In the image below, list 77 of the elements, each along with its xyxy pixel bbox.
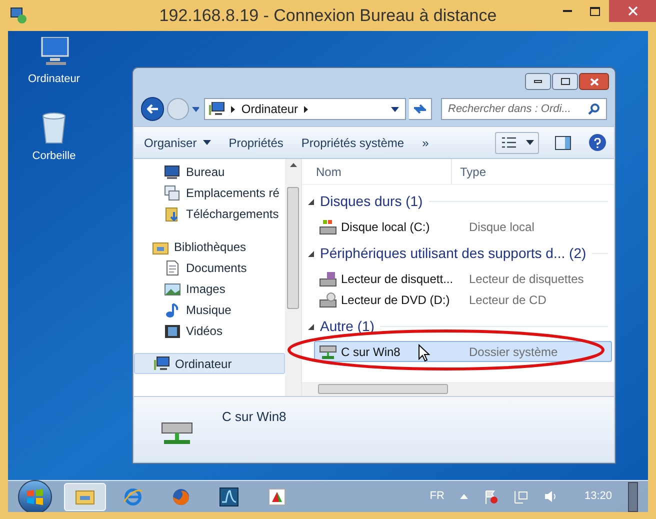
picture-icon (164, 280, 181, 296)
column-header[interactable]: Nom (302, 159, 452, 184)
window-title: 192.168.8.19 - Connexion Bureau à distance (159, 4, 497, 27)
caret-icon (192, 106, 200, 112)
close-button[interactable] (609, 0, 656, 22)
file-row[interactable]: Lecteur de DVD (D:) Lecteur de CD (314, 289, 612, 310)
flag-icon[interactable] (484, 490, 498, 504)
recycle-bin-icon[interactable] (41, 112, 67, 144)
nav-item[interactable]: Vidéos (134, 320, 285, 341)
group-header[interactable]: Disques durs (1) (320, 191, 423, 212)
search-icon (588, 103, 600, 115)
dvd-drive-icon (319, 292, 337, 308)
toolbar-button[interactable]: » (422, 134, 429, 152)
collapse-triangle-icon[interactable] (308, 324, 314, 330)
list-icon (502, 137, 516, 148)
computer-icon (153, 356, 170, 372)
close-icon (590, 78, 598, 86)
start-button[interactable] (18, 480, 52, 512)
collapse-triangle-icon[interactable] (308, 198, 314, 204)
file-row[interactable]: C sur Win8 Dossier système (314, 341, 612, 362)
details-name: C sur Win8 (222, 408, 286, 426)
music-note-icon (164, 302, 181, 318)
document-icon (164, 260, 181, 276)
toolbar-button[interactable]: Organiser (144, 134, 211, 152)
desktop-icon-label[interactable]: Corbeille (32, 148, 76, 164)
refresh-icon (412, 103, 427, 115)
nav-item[interactable]: Bibliothèques (134, 236, 285, 257)
scrollbar[interactable] (285, 159, 301, 396)
computer-icon (209, 102, 226, 116)
close-button[interactable] (579, 73, 609, 90)
caret-icon (202, 140, 211, 145)
group-header[interactable]: Périphériques utilisant des supports d... (2) (320, 243, 586, 264)
nav-item[interactable]: Bureau (134, 161, 285, 182)
collapse-triangle-icon[interactable] (308, 250, 314, 256)
nav-item[interactable]: Images (134, 278, 285, 299)
nav-item[interactable]: Documents (134, 257, 285, 278)
file-row[interactable]: Disque local (C:) Disque local (314, 216, 612, 237)
horizontal-scrollbar[interactable] (302, 382, 614, 396)
nav-item[interactable]: Musique (134, 299, 285, 320)
file-row[interactable]: Lecteur de disquett... Lecteur de disquettes (314, 268, 612, 289)
help-icon (594, 138, 601, 148)
arrow-icon (146, 104, 159, 114)
windows-icon (164, 184, 181, 200)
maximize-button[interactable] (552, 73, 578, 90)
network-drive-icon (319, 344, 337, 360)
close-icon (628, 6, 638, 16)
chevron-icon (304, 106, 308, 112)
caret-icon (290, 163, 296, 167)
minimize-button[interactable] (525, 73, 551, 90)
nav-item[interactable]: Emplacements ré (134, 182, 285, 203)
view-button[interactable] (495, 132, 539, 154)
desktop-icon-label[interactable]: Ordinateur (28, 71, 80, 88)
address-bar[interactable]: Ordinateur (204, 98, 406, 120)
floppy-drive-icon (319, 270, 337, 286)
browser-e-icon (122, 486, 144, 508)
caret-icon (390, 106, 399, 112)
column-header[interactable]: Type (452, 162, 486, 180)
remote-desktop-icon (10, 7, 27, 24)
windows-logo-icon (26, 488, 44, 504)
film-icon (164, 322, 181, 338)
search-input: Rechercher dans : Ordi... (448, 100, 588, 118)
help-button[interactable] (589, 134, 606, 151)
back-button[interactable] (141, 97, 164, 121)
address-text: Ordinateur (241, 101, 298, 118)
search-field[interactable]: Rechercher dans : Ordi... (441, 98, 607, 120)
nav-item[interactable]: Téléchargements (134, 203, 285, 224)
toolbar-button[interactable]: Propriétés (228, 134, 284, 152)
nav-item[interactable]: Ordinateur (134, 353, 285, 374)
chevron-icon (231, 106, 236, 112)
refresh-button[interactable] (408, 98, 432, 120)
toolbar-button[interactable]: Propriétés système (301, 134, 404, 152)
mouse-pointer-icon (418, 344, 430, 362)
desktop-icon (164, 164, 181, 180)
preview-pane-button[interactable] (555, 136, 571, 150)
caret-icon (526, 140, 534, 145)
waveform-icon (218, 486, 240, 508)
drive-icon (319, 218, 337, 234)
